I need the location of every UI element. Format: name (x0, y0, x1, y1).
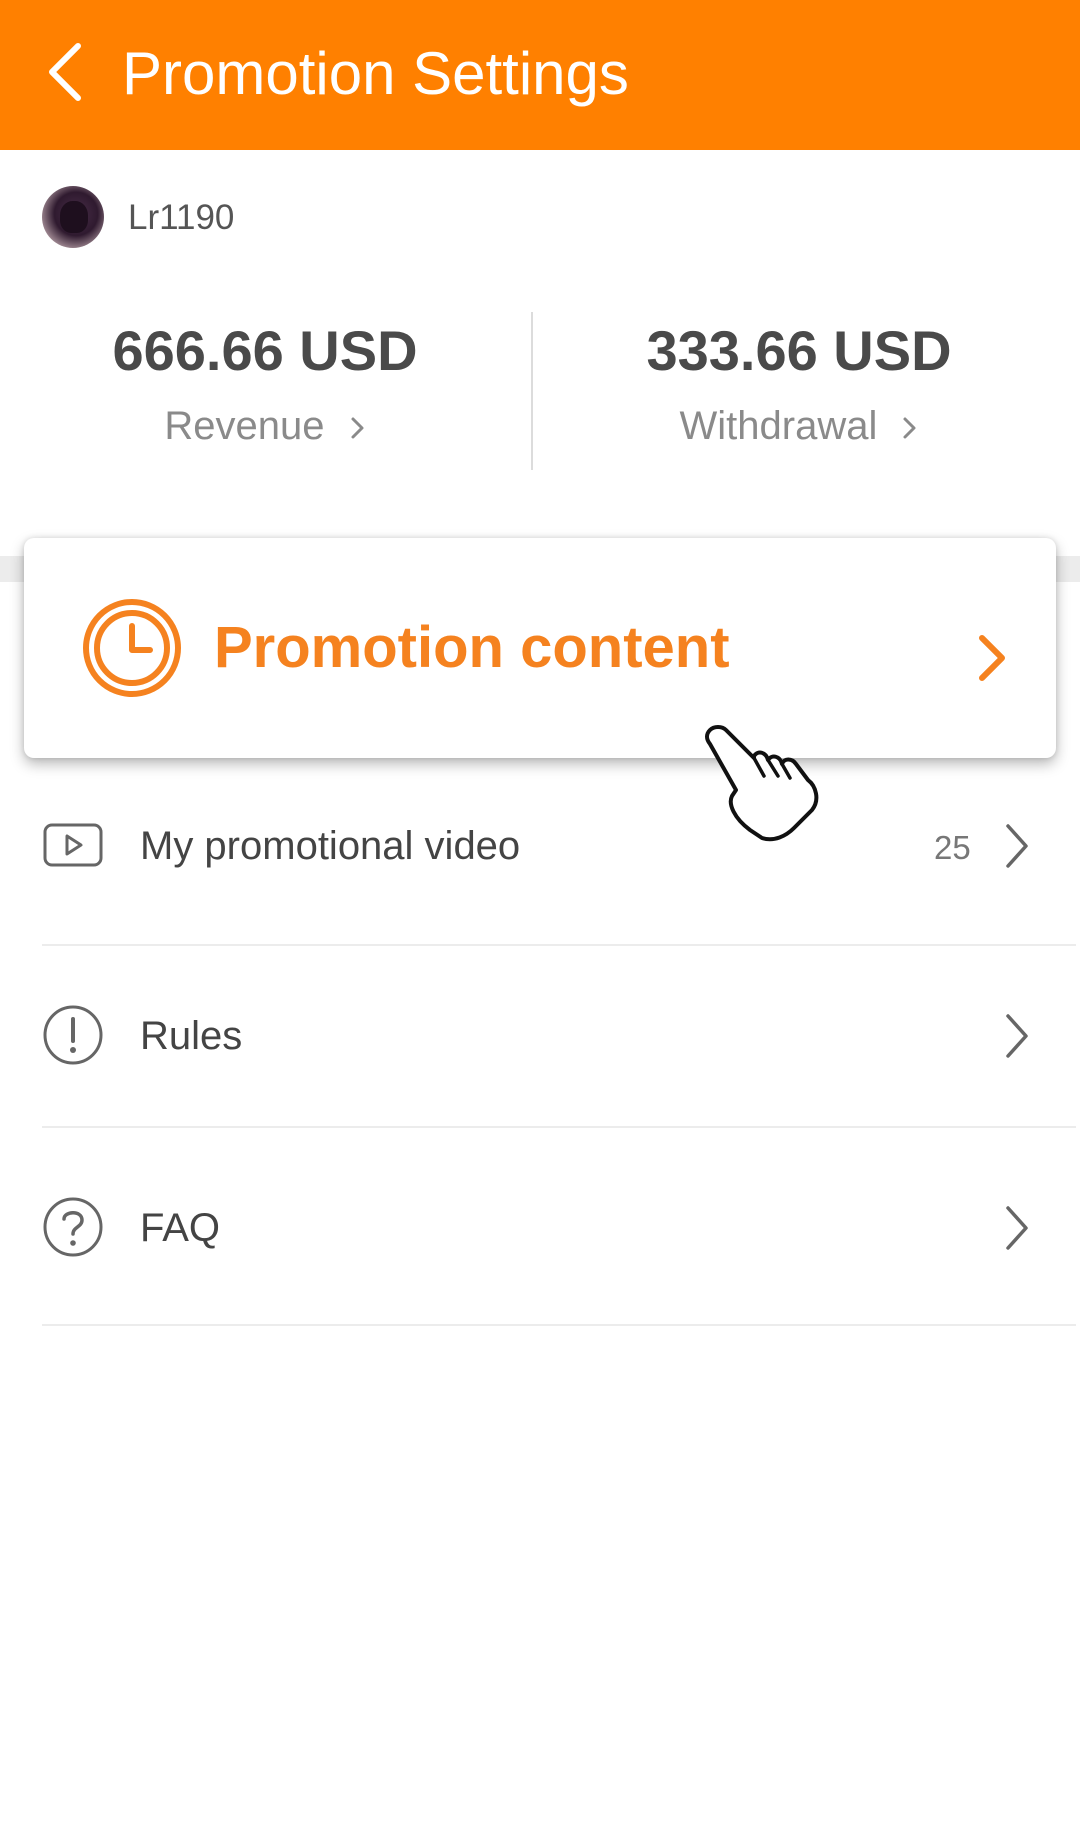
revenue-amount: 666.66 USD (112, 319, 418, 382)
withdrawal-stat[interactable]: 333.66 USD Withdrawal (534, 318, 1064, 450)
hand-pointer-icon (705, 725, 819, 842)
withdrawal-label: Withdrawal (679, 404, 878, 448)
list-item-faq[interactable]: FAQ (0, 1166, 1080, 1286)
video-count-badge: 25 (934, 829, 971, 866)
revenue-label: Revenue (164, 404, 325, 448)
chevron-right-icon (351, 417, 364, 439)
avatar (42, 186, 104, 248)
promotion-content-card[interactable]: Promotion content (24, 538, 1056, 758)
app-header: Promotion Settings (0, 0, 1080, 150)
revenue-link[interactable]: Revenue (0, 402, 530, 450)
list-divider (42, 944, 1076, 946)
list-item-label: Rules (140, 1014, 243, 1058)
back-arrow-icon[interactable] (34, 36, 106, 108)
video-play-icon (43, 823, 103, 867)
list-divider (42, 1126, 1076, 1128)
list-item-label: My promotional video (140, 824, 521, 868)
question-circle-icon (43, 1197, 103, 1257)
clock-icon (83, 599, 181, 697)
chevron-right-icon (903, 417, 916, 439)
chevron-right-icon (1006, 1206, 1028, 1250)
chevron-right-icon (1006, 824, 1028, 868)
withdrawal-amount: 333.66 USD (646, 319, 952, 382)
user-info: Lr1190 (42, 186, 642, 250)
exclamation-circle-icon (43, 1005, 103, 1065)
list-item-label: FAQ (140, 1206, 221, 1250)
stats-divider (531, 312, 533, 470)
promotion-content-label: Promotion content (214, 615, 730, 680)
list-item-rules[interactable]: Rules (0, 974, 1080, 1094)
list-divider (42, 1324, 1076, 1326)
page-title: Promotion Settings (122, 40, 629, 107)
list-item-promotional-video[interactable]: My promotional video 25 (0, 792, 1080, 912)
chevron-right-icon (979, 635, 1005, 681)
withdrawal-link[interactable]: Withdrawal (534, 402, 1064, 450)
username: Lr1190 (128, 198, 235, 237)
chevron-right-icon (1006, 1014, 1028, 1058)
revenue-stat[interactable]: 666.66 USD Revenue (0, 318, 530, 450)
